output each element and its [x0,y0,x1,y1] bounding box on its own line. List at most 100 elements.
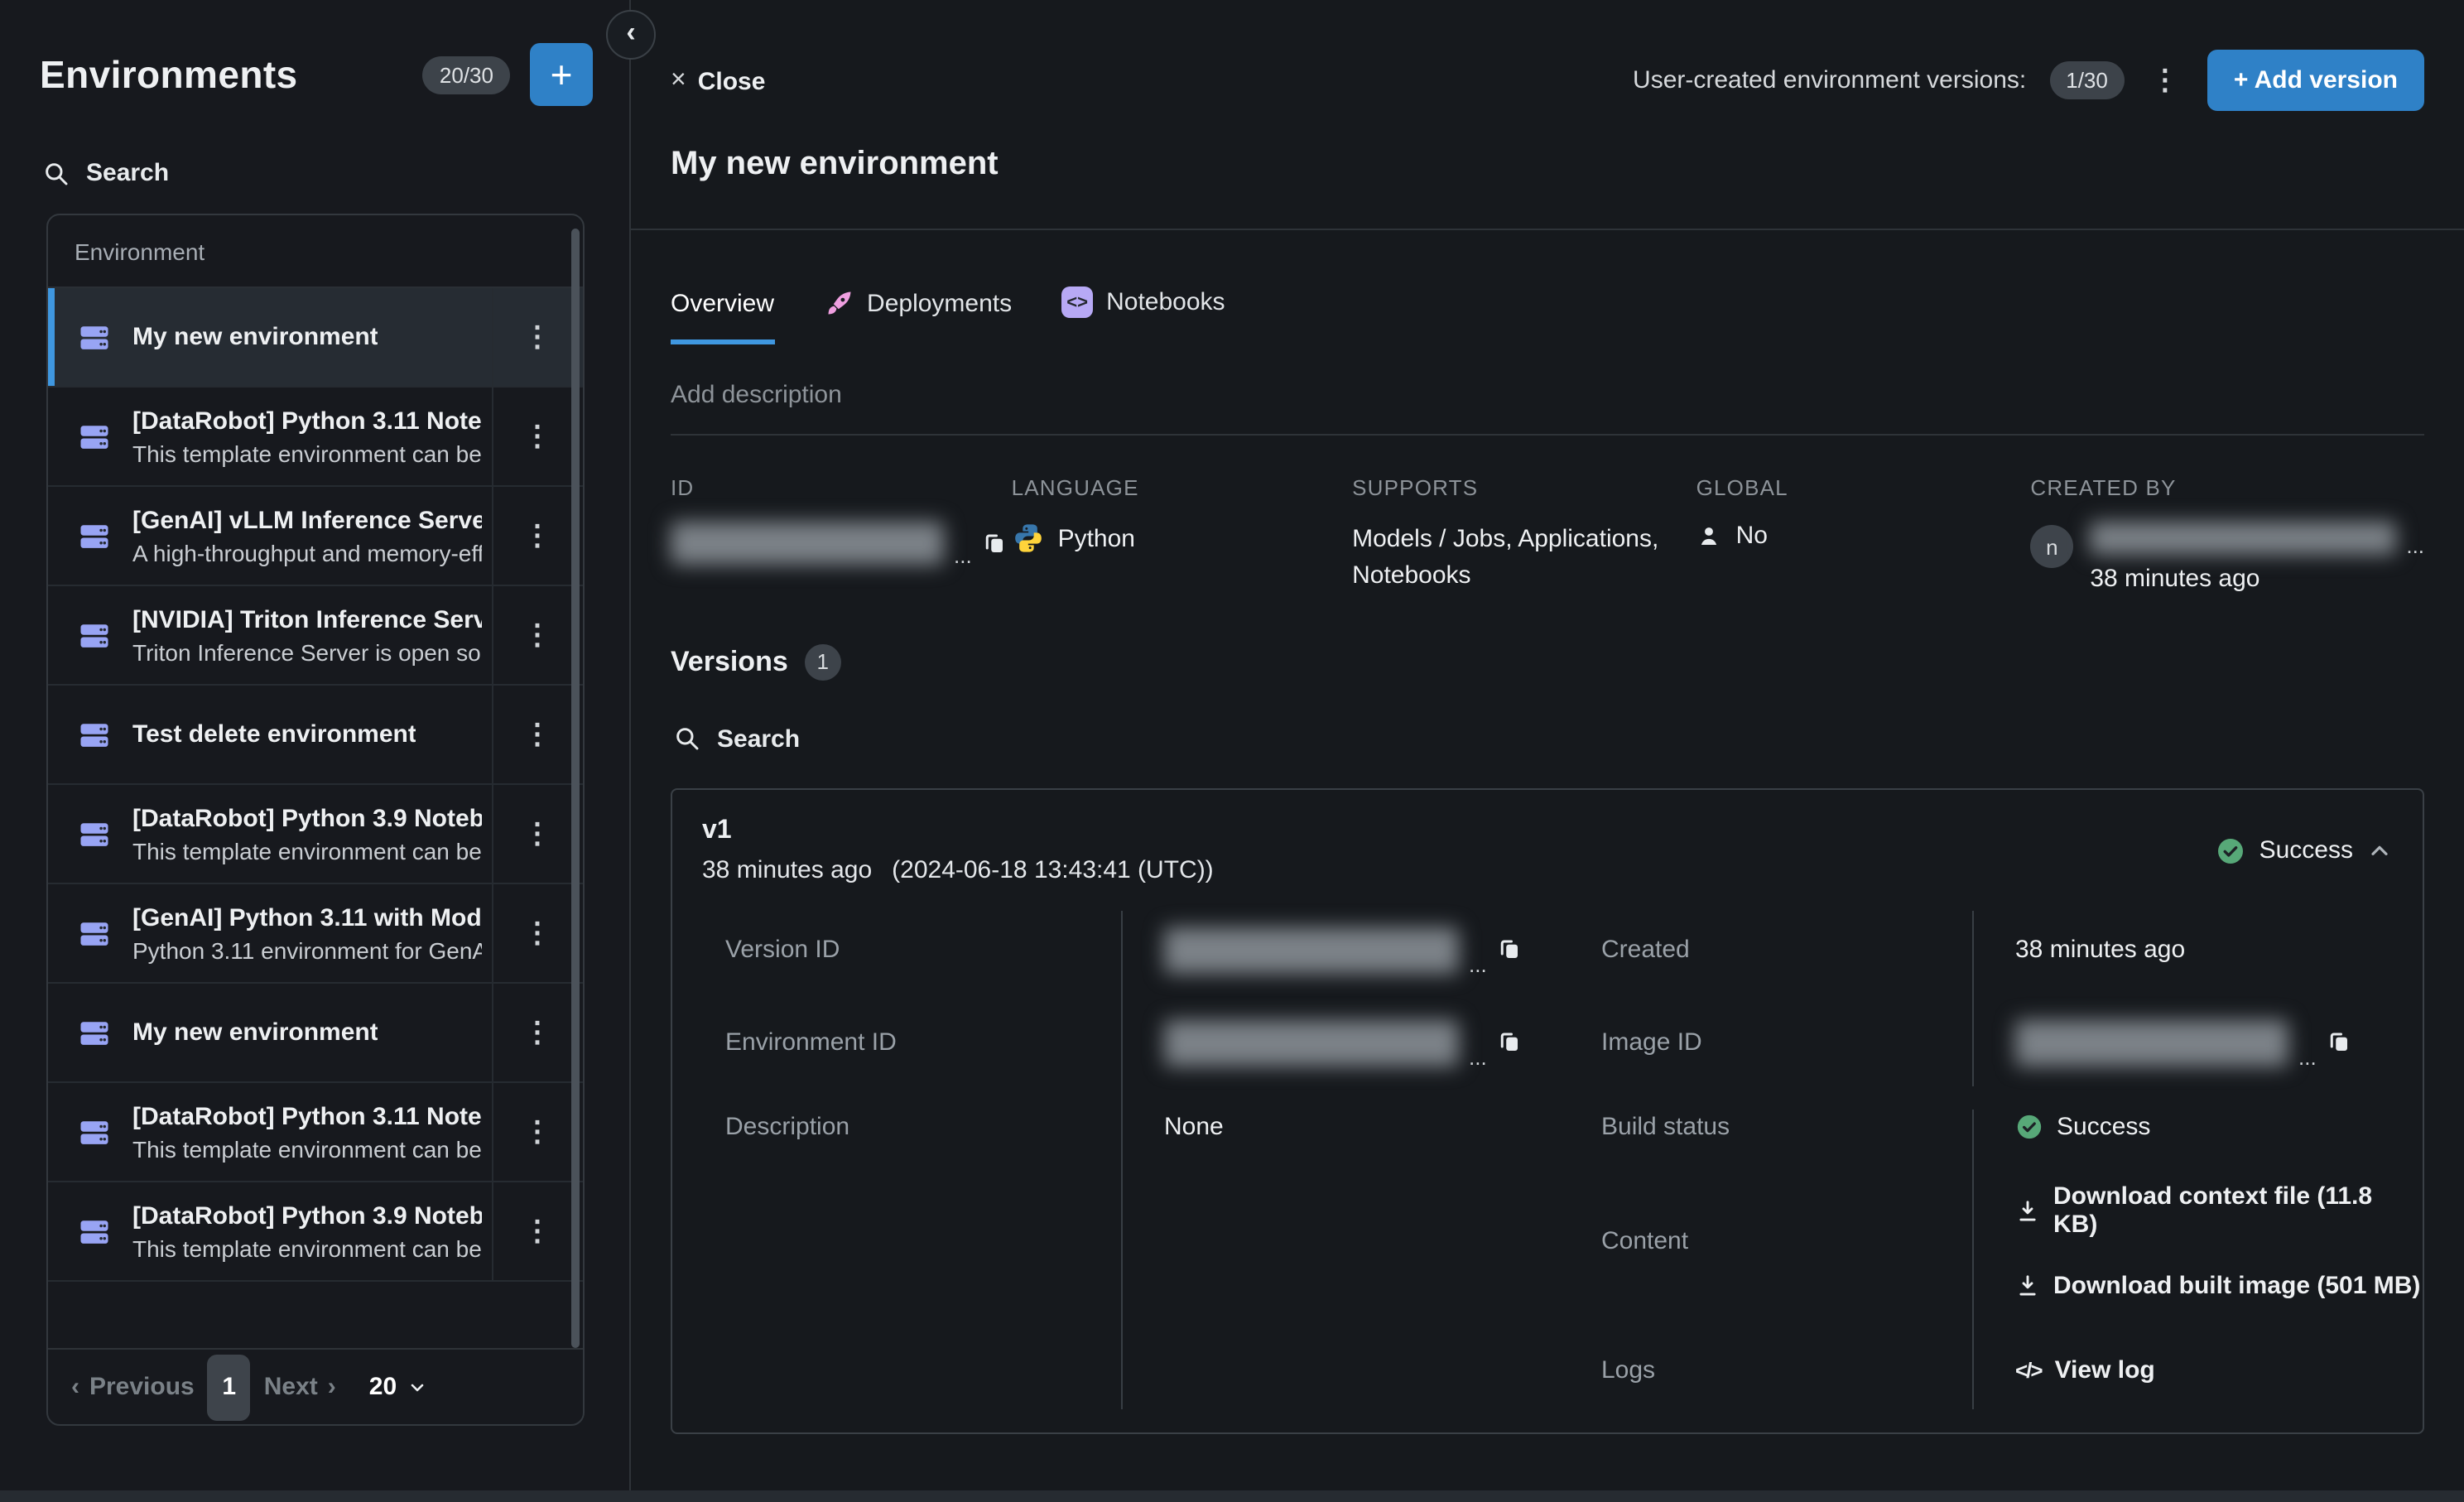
close-icon: × [671,66,686,96]
view-log-link[interactable]: </> View log [2015,1356,2155,1384]
environment-row[interactable]: My new environment ⋮ [48,288,583,388]
tab-notebooks[interactable]: <> Notebooks [1061,286,1225,344]
detail-header: × Close User-created environment version… [631,0,2464,230]
notebooks-code-icon: <> [1061,286,1093,318]
copy-version-id-icon[interactable] [1497,937,1522,962]
environment-texts: Test delete environment [132,720,416,749]
collapse-sidebar-button[interactable]: ‹ [606,10,656,60]
download-icon [2015,1198,2040,1223]
environment-row[interactable]: [DataRobot] Python 3.11 Notebook B This … [48,388,583,487]
tab-deployments[interactable]: Deployments [824,288,1012,344]
image-id-redacted-value [2015,1019,2288,1066]
environment-texts: [DataRobot] Python 3.9 Notebook Dr This … [132,1201,482,1261]
created-value: 38 minutes ago [1972,903,2423,996]
copy-image-id-icon[interactable] [2327,1030,2351,1055]
environment-row-main[interactable]: [DataRobot] Python 3.9 Notebook Dr This … [48,785,492,883]
environment-row-main[interactable]: [GenAI] Python 3.11 with Moderation Pyth… [48,884,492,982]
description-label: Description [672,1089,1121,1165]
environment-row-main[interactable]: [DataRobot] Python 3.9 Notebook Dr This … [48,1182,492,1280]
add-environment-button[interactable]: + [530,43,593,106]
page-size-select[interactable]: 20 [369,1373,426,1401]
id-label: ID [671,475,1012,500]
environment-row-main[interactable]: [NVIDIA] Triton Inference Server (24. Tr… [48,586,492,684]
environment-name: [GenAI] vLLM Inference Server (0.4.2 [132,506,482,534]
environment-name: [DataRobot] Python 3.11 Notebook B [132,407,482,435]
environment-row[interactable]: [DataRobot] Python 3.9 Notebook Dr This … [48,785,583,884]
current-page-button[interactable]: 1 [208,1354,251,1420]
environment-id-label: Environment ID [672,996,1121,1089]
row-kebab-menu-icon[interactable]: ⋮ [492,785,583,883]
environment-row-main[interactable]: [DataRobot] Python 3.11 Notebook D This … [48,1083,492,1181]
environments-count-badge: 20/30 [423,55,510,94]
copy-id-icon[interactable] [982,531,1007,556]
environment-row-main[interactable]: [GenAI] vLLM Inference Server (0.4.2 A h… [48,487,492,585]
version-details-right: Created 38 minutes ago Image ID ... [1568,903,2423,1432]
versions-search-label: Search [717,725,800,753]
version-card-body: Version ID ... [672,893,2423,1432]
row-kebab-menu-icon[interactable]: ⋮ [492,288,583,386]
copy-environment-id-icon[interactable] [1497,1030,1522,1055]
sidebar-header: Environments 20/30 + [0,0,629,106]
environment-description: A high-throughput and memory-effici [132,539,482,566]
version-status-label: Success [2259,836,2353,864]
created-by-field: CREATED BY n ... 38 minutes ago [2030,475,2424,594]
row-kebab-menu-icon[interactable]: ⋮ [492,388,583,485]
environment-texts: [DataRobot] Python 3.11 Notebook D This … [132,1102,482,1162]
global-label: GLOBAL [1696,475,2031,500]
version-created-relative: 38 minutes ago [702,855,872,883]
download-context-file-link[interactable]: Download context file (11.8 KB) [2015,1182,2423,1239]
add-version-button[interactable]: + Add version [2207,50,2424,111]
environment-icon [76,617,113,653]
id-field: ID ... [671,475,1012,594]
list-scrollbar[interactable] [571,229,580,1348]
environment-name: [DataRobot] Python 3.11 Notebook D [132,1102,482,1130]
language-field: LANGUAGE Python [1012,475,1353,594]
row-kebab-menu-icon[interactable]: ⋮ [492,586,583,684]
environment-texts: [DataRobot] Python 3.9 Notebook Dr This … [132,804,482,864]
horizontal-scrollbar[interactable] [0,1490,2464,1502]
tab-overview[interactable]: Overview [671,290,774,344]
environment-row[interactable]: [DataRobot] Python 3.11 Notebook D This … [48,1083,583,1182]
next-page-button[interactable]: Next › [264,1373,336,1401]
environment-icon [76,816,113,852]
environment-row[interactable]: [GenAI] Python 3.11 with Moderation Pyth… [48,884,583,984]
environment-row[interactable]: [GenAI] vLLM Inference Server (0.4.2 A h… [48,487,583,586]
environment-name: Test delete environment [132,720,416,749]
supports-field: SUPPORTS Models / Jobs, Applications, No… [1352,475,1696,594]
environment-row-main[interactable]: [DataRobot] Python 3.11 Notebook B This … [48,388,492,485]
environment-row[interactable]: My new environment ⋮ [48,984,583,1083]
detail-tabs: Overview Deployments <> Notebooks [671,286,2424,344]
row-kebab-menu-icon[interactable]: ⋮ [492,487,583,585]
versions-counter-label: User-created environment versions: [1633,66,2026,94]
row-kebab-menu-icon[interactable]: ⋮ [492,884,583,982]
add-description-field[interactable]: Add description [671,381,2424,436]
row-kebab-menu-icon[interactable]: ⋮ [492,1083,583,1181]
version-status-toggle[interactable]: Success [2216,835,2393,865]
environment-row-main[interactable]: Test delete environment [48,686,492,783]
previous-page-button[interactable]: ‹ Previous [71,1373,195,1401]
versions-counter-badge: 1/30 [2049,61,2125,99]
environment-row-main[interactable]: My new environment [48,288,492,386]
download-built-image-link[interactable]: Download built image (501 MB) [2015,1272,2423,1300]
row-kebab-menu-icon[interactable]: ⋮ [492,984,583,1081]
description-value: None [1121,1089,1568,1165]
row-kebab-menu-icon[interactable]: ⋮ [492,1182,583,1280]
environment-row[interactable]: Test delete environment ⋮ [48,686,583,785]
created-by-redacted-name [2090,522,2396,555]
header-kebab-menu-icon[interactable]: ⋮ [2148,64,2184,97]
supports-label: SUPPORTS [1352,475,1696,500]
environment-row-main[interactable]: My new environment [48,984,492,1081]
environment-id-ellipsis: ... [1469,1049,1487,1066]
build-status-label: Build status [1568,1089,1972,1165]
environment-row[interactable]: [DataRobot] Python 3.9 Notebook Dr This … [48,1182,583,1282]
sidebar-search[interactable]: Search [0,106,629,187]
environment-description: Python 3.11 environment for GenAI c [132,936,482,963]
environment-row[interactable]: [NVIDIA] Triton Inference Server (24. Tr… [48,586,583,686]
close-button[interactable]: × Close [671,66,765,96]
row-kebab-menu-icon[interactable]: ⋮ [492,686,583,783]
environment-name: [DataRobot] Python 3.9 Notebook Dr [132,804,482,832]
created-by-label: CREATED BY [2030,475,2424,500]
search-icon [43,160,70,186]
versions-search[interactable]: Search [674,725,2424,753]
environment-name: My new environment [132,323,378,351]
